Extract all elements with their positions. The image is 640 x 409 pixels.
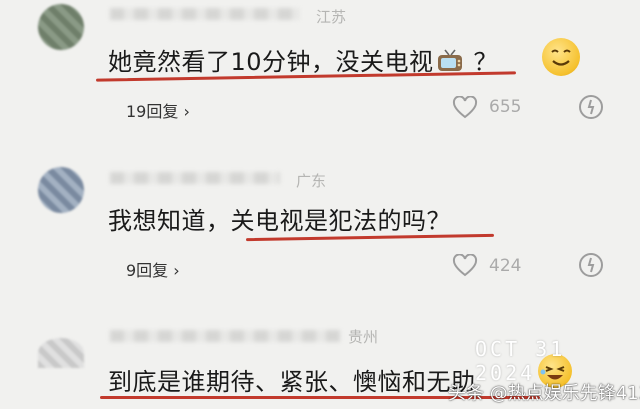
username-blurred [110, 8, 300, 20]
comment-item: 江苏 她竟然看了10分钟，没关电视 ？ 19回复 › 655 [0, 0, 640, 130]
username-blurred [110, 172, 280, 184]
comment-text: 到底是谁期待、紧张、懊恼和无助 [108, 368, 476, 396]
username-blurred [110, 330, 340, 342]
dislike-icon[interactable] [578, 252, 604, 278]
tv-emoji-icon [436, 49, 464, 73]
heart-icon[interactable] [452, 253, 478, 278]
date-stamp: OCT 31 2024 [475, 337, 566, 385]
comment-text-body: 她竟然看了10分钟，没关电视 [108, 48, 434, 76]
comment-location: 贵州 [348, 328, 379, 346]
comment-item: 广东 我想知道，关电视是犯法的吗？ 9回复 › 424 [0, 130, 640, 300]
reply-count-link[interactable]: 9回复 › [126, 257, 180, 281]
comment-location: 广东 [296, 172, 327, 190]
smile-emoji-icon [542, 38, 580, 76]
comment-location: 江苏 [316, 8, 347, 26]
like-count: 655 [489, 97, 522, 117]
like-count: 424 [489, 256, 522, 276]
watermark: 头条 @热点娱乐先锋413 [448, 383, 640, 404]
avatar[interactable] [38, 4, 84, 50]
comment-text: 我想知道，关电视是犯法的吗？ [108, 207, 451, 235]
heart-icon[interactable] [452, 95, 478, 120]
avatar[interactable] [38, 167, 84, 213]
avatar[interactable] [38, 338, 84, 368]
reply-count-link[interactable]: 19回复 › [126, 98, 190, 122]
dislike-icon[interactable] [578, 94, 604, 120]
